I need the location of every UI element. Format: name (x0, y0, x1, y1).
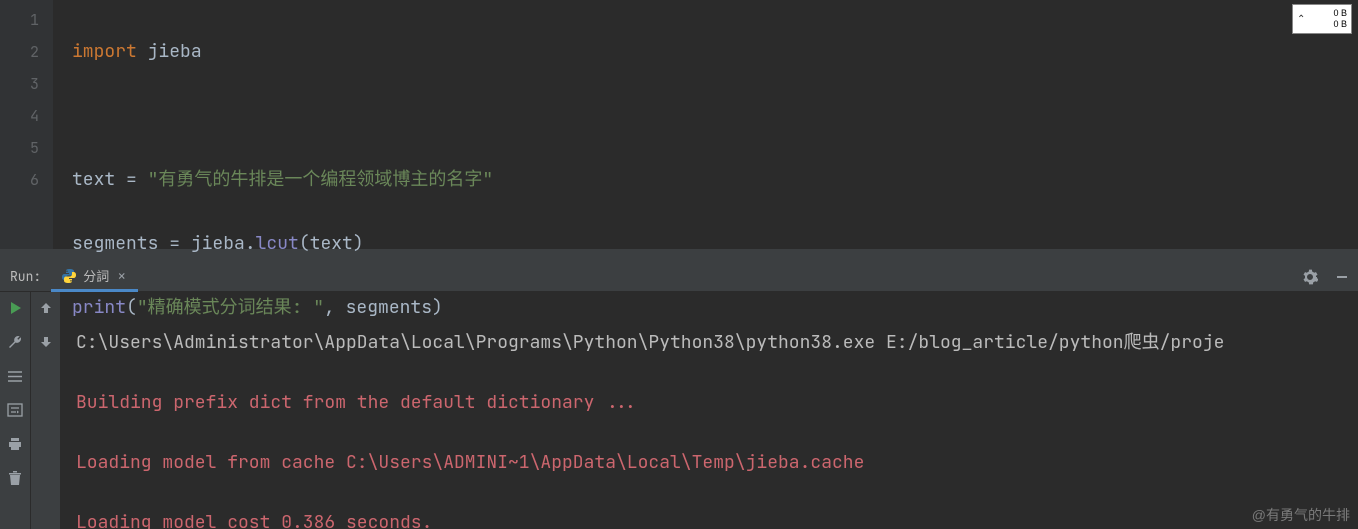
code-line[interactable]: segments = jieba.lcut(text) (72, 228, 1358, 260)
run-toolbar-nav (30, 292, 60, 529)
console-line: Loading model cost 0.386 seconds. (76, 508, 1358, 529)
arrow-down-icon (39, 335, 53, 349)
console-line: Building prefix dict from the default di… (76, 388, 1358, 418)
scroll-up-button[interactable] (36, 298, 56, 318)
upload-speed: 0 B (1309, 8, 1347, 19)
arrow-up-icon (39, 301, 53, 315)
layout-button[interactable] (5, 366, 25, 386)
print-icon (7, 436, 23, 452)
code-line[interactable] (72, 100, 1358, 132)
console-line: Loading model from cache C:\Users\ADMINI… (76, 448, 1358, 478)
soft-wrap-button[interactable] (5, 400, 25, 420)
rerun-button[interactable] (5, 298, 25, 318)
line-number: 2 (0, 36, 39, 68)
download-speed: 0 B (1309, 19, 1347, 30)
network-speed-widget: ⌃ 0 B 0 B (1292, 4, 1352, 34)
code-line[interactable]: import jieba (72, 36, 1358, 68)
trash-icon (8, 470, 22, 486)
code-line[interactable]: print("精确模式分词结果: ", segments) (72, 292, 1358, 324)
line-number: 6 (0, 164, 39, 196)
wrench-icon (7, 334, 23, 350)
run-toolbar-left (0, 292, 30, 529)
code-line[interactable]: text = "有勇气的牛排是一个编程领域博主的名字" (72, 164, 1358, 196)
line-number-gutter: 1 2 3 4 5 6 (0, 0, 54, 249)
run-label: Run: (0, 262, 51, 291)
line-number: 5 (0, 132, 39, 164)
modify-run-config-button[interactable] (5, 332, 25, 352)
scroll-down-button[interactable] (36, 332, 56, 352)
line-number: 3 (0, 68, 39, 100)
chevron-up-down-icon: ⌃ (1297, 14, 1305, 25)
soft-wrap-icon (7, 402, 23, 418)
code-area[interactable]: import jieba text = "有勇气的牛排是一个编程领域博主的名字"… (54, 0, 1358, 249)
line-number: 1 (0, 4, 39, 36)
delete-button[interactable] (5, 468, 25, 488)
layout-icon (8, 369, 23, 384)
print-button[interactable] (5, 434, 25, 454)
watermark: @有勇气的牛排 (1252, 505, 1350, 525)
play-icon (8, 301, 22, 315)
code-editor[interactable]: 1 2 3 4 5 6 import jieba text = "有勇气的牛排是… (0, 0, 1358, 249)
line-number: 4 (0, 100, 39, 132)
